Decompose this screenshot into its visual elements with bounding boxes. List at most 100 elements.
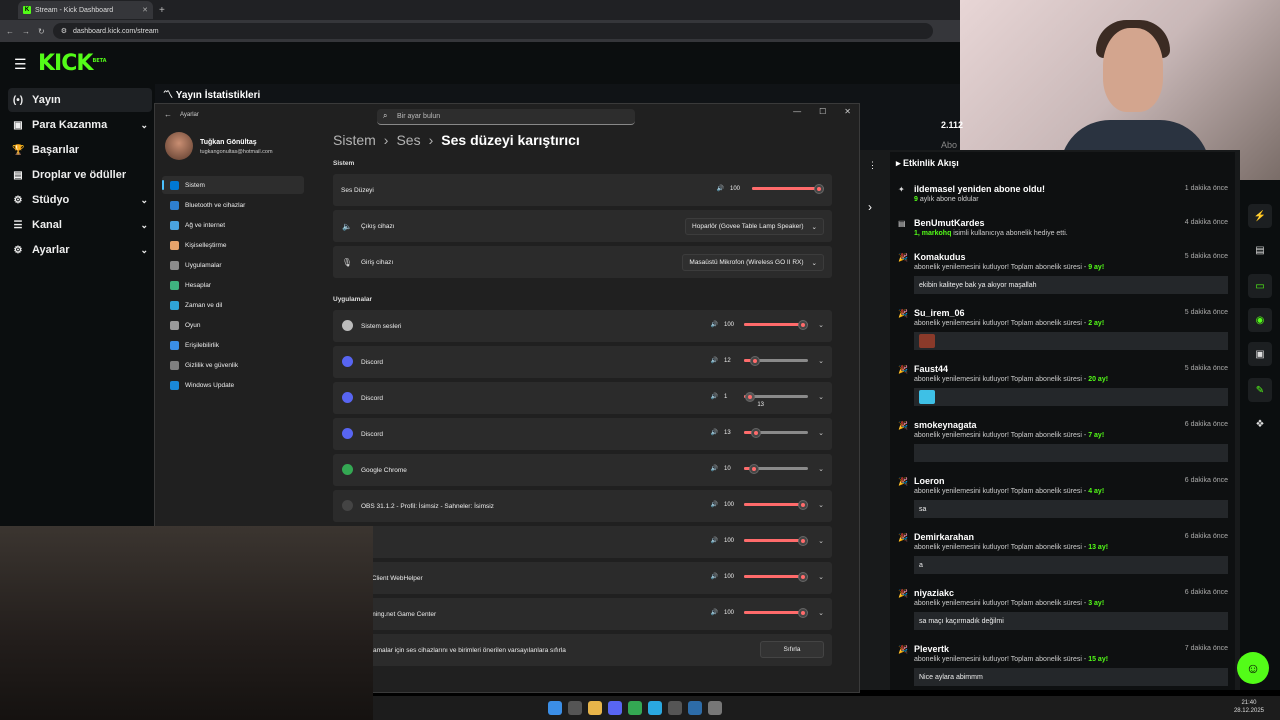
- event-username[interactable]: Komakudus: [914, 252, 966, 262]
- reset-button[interactable]: Sıfırla: [760, 641, 824, 658]
- explorer-icon[interactable]: [588, 701, 602, 715]
- app-volume-slider[interactable]: [744, 319, 808, 330]
- close-icon[interactable]: ✕: [844, 107, 851, 116]
- avatar[interactable]: [165, 132, 193, 160]
- app-volume-slider[interactable]: [744, 499, 808, 510]
- site-info-icon[interactable]: ⚙: [61, 27, 67, 35]
- app-volume-slider[interactable]: [744, 607, 808, 618]
- browser-tab[interactable]: K Stream - Kick Dashboard ✕: [18, 1, 153, 19]
- chrome-icon[interactable]: [628, 701, 642, 715]
- sidebar-item-4[interactable]: ⚙ Stüdyo ⌄: [8, 188, 152, 212]
- search-icon[interactable]: [568, 701, 582, 715]
- chevron-down-icon[interactable]: ⌄: [818, 465, 824, 473]
- event-username[interactable]: Demirkarahan: [914, 532, 974, 542]
- output-device-row[interactable]: 🔈 Çıkış cihazı Hoparlör (Govee Table Lam…: [333, 210, 832, 242]
- reload-icon[interactable]: ↻: [38, 27, 45, 36]
- event-username[interactable]: Plevertk: [914, 644, 949, 654]
- chevron-down-icon[interactable]: ⌄: [818, 357, 824, 365]
- discord-icon[interactable]: [608, 701, 622, 715]
- event-username[interactable]: BenUmutKardes: [914, 218, 985, 228]
- app-volume-slider[interactable]: [744, 535, 808, 546]
- sidebar-item-5[interactable]: ☰ Kanal ⌄: [8, 213, 152, 237]
- minimize-icon[interactable]: —: [793, 107, 801, 116]
- address-bar[interactable]: ⚙ dashboard.kick.com/stream: [52, 23, 933, 39]
- speaker-icon[interactable]: 🔊: [711, 609, 718, 616]
- speaker-icon[interactable]: 🔊: [711, 429, 718, 436]
- more-options-icon[interactable]: ⋮: [868, 160, 877, 171]
- settings-nav-item-9[interactable]: Gizlilik ve güvenlik: [162, 356, 304, 374]
- settings-icon[interactable]: [708, 701, 722, 715]
- output-device-select[interactable]: Hoparlör (Govee Table Lamp Speaker) ⌄: [685, 218, 824, 235]
- kick-logo[interactable]: KICKBETA: [38, 51, 107, 76]
- event-username[interactable]: Loeron: [914, 476, 945, 486]
- doc-icon[interactable]: ▤: [1248, 238, 1272, 262]
- wrench-icon[interactable]: ✎: [1248, 378, 1272, 402]
- chevron-down-icon[interactable]: ⌄: [818, 501, 824, 509]
- chevron-right-icon[interactable]: ›: [868, 200, 872, 214]
- apps-icon[interactable]: ❖: [1248, 412, 1272, 436]
- back-arrow-icon[interactable]: ←: [164, 110, 172, 119]
- app-volume-slider[interactable]: [744, 427, 808, 438]
- app-volume-slider[interactable]: [744, 355, 808, 366]
- chevron-down-icon[interactable]: ⌄: [818, 429, 824, 437]
- maximize-icon[interactable]: ☐: [819, 107, 826, 116]
- speaker-icon[interactable]: 🔊: [711, 393, 718, 400]
- obs-icon[interactable]: [668, 701, 682, 715]
- sidebar-item-1[interactable]: ▣ Para Kazanma ⌄: [8, 113, 152, 137]
- settings-nav-item-10[interactable]: Windows Update: [162, 376, 304, 394]
- layout-icon[interactable]: ▣: [1248, 342, 1272, 366]
- crumb-system[interactable]: Sistem: [333, 132, 376, 148]
- settings-search-input[interactable]: ⌕ Bir ayar bulun: [377, 109, 635, 125]
- bolt-icon[interactable]: ⚡: [1248, 204, 1272, 228]
- speaker-icon[interactable]: 🔊: [711, 501, 718, 508]
- app-volume-slider[interactable]: [744, 391, 808, 402]
- settings-nav-item-5[interactable]: Hesaplar: [162, 276, 304, 294]
- crumb-sound[interactable]: Ses: [396, 132, 420, 148]
- settings-nav-item-1[interactable]: Bluetooth ve cihazlar: [162, 196, 304, 214]
- event-username[interactable]: niyaziakc: [914, 588, 954, 598]
- menu-icon[interactable]: ☰: [14, 56, 27, 73]
- new-tab-button[interactable]: +: [159, 5, 165, 16]
- event-username[interactable]: smokeynagata: [914, 420, 977, 430]
- steam-icon[interactable]: [688, 701, 702, 715]
- settings-nav-item-7[interactable]: Oyun: [162, 316, 304, 334]
- app-volume-slider[interactable]: [744, 571, 808, 582]
- speaker-icon[interactable]: 🔊: [711, 357, 718, 364]
- event-username[interactable]: Su_irem_06: [914, 308, 965, 318]
- speaker-icon[interactable]: 🔊: [717, 185, 724, 192]
- settings-nav-item-2[interactable]: Ağ ve internet: [162, 216, 304, 234]
- chevron-down-icon[interactable]: ⌄: [818, 537, 824, 545]
- chat-icon[interactable]: ▭: [1248, 274, 1272, 298]
- close-tab-icon[interactable]: ✕: [142, 6, 148, 14]
- telegram-icon[interactable]: [648, 701, 662, 715]
- event-username[interactable]: Faust44: [914, 364, 948, 374]
- settings-nav-item-3[interactable]: Kişiselleştirme: [162, 236, 304, 254]
- clock[interactable]: 21:40 28.12.2025: [1234, 699, 1264, 715]
- chevron-down-icon[interactable]: ⌄: [818, 609, 824, 617]
- settings-nav-item-8[interactable]: Erişilebilirlik: [162, 336, 304, 354]
- start-icon[interactable]: [548, 701, 562, 715]
- event-username[interactable]: ildemasel yeniden abone oldu!: [914, 184, 1045, 194]
- chevron-down-icon[interactable]: ⌄: [818, 573, 824, 581]
- forward-icon[interactable]: →: [22, 27, 30, 36]
- kick-assistant-button[interactable]: ☺: [1237, 652, 1269, 684]
- settings-nav-item-6[interactable]: Zaman ve dil: [162, 296, 304, 314]
- input-device-row[interactable]: 🎙 Giriş cihazı Masaüstü Mikrofon (Wirele…: [333, 246, 832, 278]
- back-icon[interactable]: ←: [6, 27, 14, 36]
- sidebar-item-0[interactable]: (•) Yayın: [8, 88, 152, 112]
- speaker-icon[interactable]: 🔊: [711, 573, 718, 580]
- chevron-down-icon[interactable]: ⌄: [818, 393, 824, 401]
- speaker-icon[interactable]: 🔊: [711, 321, 718, 328]
- chevron-down-icon[interactable]: ⌄: [818, 321, 824, 329]
- speaker-icon[interactable]: 🔊: [711, 465, 718, 472]
- app-volume-slider[interactable]: [744, 463, 808, 474]
- sidebar-item-3[interactable]: ▤ Droplar ve ödüller: [8, 163, 152, 187]
- broadcast-icon[interactable]: ◉: [1248, 308, 1272, 332]
- master-volume-slider[interactable]: [752, 183, 824, 194]
- sidebar-item-2[interactable]: 🏆 Başarılar: [8, 138, 152, 162]
- settings-nav-item-0[interactable]: Sistem: [162, 176, 304, 194]
- settings-nav-item-4[interactable]: Uygulamalar: [162, 256, 304, 274]
- speaker-icon[interactable]: 🔊: [711, 537, 718, 544]
- sidebar-item-6[interactable]: ⚙ Ayarlar ⌄: [8, 238, 152, 262]
- input-device-select[interactable]: Masaüstü Mikrofon (Wireless GO II RX) ⌄: [682, 254, 824, 271]
